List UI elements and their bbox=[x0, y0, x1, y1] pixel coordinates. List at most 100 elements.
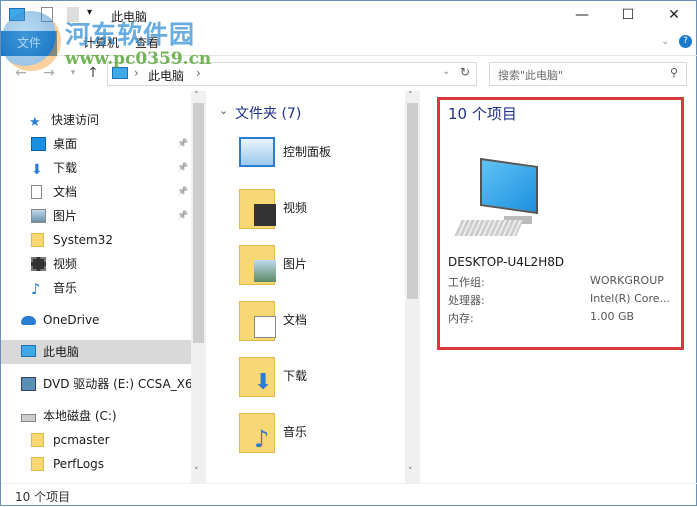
video-folder-icon bbox=[239, 189, 276, 229]
nav-item-label: 文档 bbox=[53, 185, 78, 199]
refresh-icon[interactable]: ↻ bbox=[460, 65, 470, 79]
nav-item[interactable]: pcmaster bbox=[1, 428, 191, 452]
search-input[interactable]: 搜索"此电脑" ⚲ bbox=[489, 62, 687, 86]
picture-folder-icon bbox=[239, 245, 276, 285]
ribbon-tabs: 文件 计算机 查看 ⌄ ? bbox=[1, 31, 697, 56]
nav-item[interactable]: 图片 📌 bbox=[1, 204, 191, 228]
nav-item-label: 视频 bbox=[53, 257, 78, 271]
title-bar: ▾ 此电脑 — ☐ ✕ bbox=[1, 1, 697, 31]
nav-item[interactable]: DVD 驱动器 (E:) CCSA_X64 bbox=[1, 372, 191, 396]
nav-item[interactable]: 视频 bbox=[1, 252, 191, 276]
nav-item-label: 此电脑 bbox=[43, 345, 80, 359]
desktop-icon bbox=[31, 137, 46, 151]
nav-item-label: PerfLogs bbox=[53, 457, 105, 471]
nav-item[interactable]: PerfLogs bbox=[1, 452, 191, 476]
document-icon bbox=[31, 185, 42, 199]
control-panel-icon bbox=[239, 137, 275, 167]
nav-item[interactable]: 此电脑 bbox=[1, 340, 191, 364]
nav-item[interactable]: ♪ 音乐 bbox=[1, 276, 191, 300]
nav-item[interactable]: 本地磁盘 (C:) bbox=[1, 404, 191, 428]
folder-item[interactable]: 图片 bbox=[235, 239, 405, 289]
folder-item[interactable]: ⬇ 下载 bbox=[235, 351, 405, 401]
tab-computer[interactable]: 计算机 bbox=[71, 31, 131, 56]
drive-icon bbox=[21, 414, 36, 422]
close-button[interactable]: ✕ bbox=[651, 1, 697, 31]
folders-pane: ⌄ 文件夹 (7) 控制面板视频图片文档 ⬇ 下载 ♪ 音乐 ˄ ˅ bbox=[213, 91, 420, 483]
folder-label: 文档 bbox=[283, 313, 308, 327]
back-button[interactable]: ← bbox=[11, 65, 31, 81]
folder-item[interactable]: 视频 bbox=[235, 183, 405, 233]
breadcrumb-this-pc[interactable]: 此电脑 bbox=[148, 67, 184, 84]
pin-icon[interactable]: 📌 bbox=[177, 156, 188, 180]
property-label: 工作组: bbox=[448, 276, 485, 289]
recent-dropdown-icon[interactable]: ▾ bbox=[63, 68, 83, 78]
chevron-right-icon[interactable]: › bbox=[134, 66, 139, 80]
nav-item-label: pcmaster bbox=[53, 433, 110, 447]
property-value: Intel(R) Core... bbox=[590, 292, 671, 305]
scroll-up-icon[interactable]: ˄ bbox=[408, 91, 413, 101]
folder-item[interactable]: 控制面板 bbox=[235, 127, 405, 177]
computer-icon bbox=[9, 8, 25, 21]
video-icon bbox=[31, 257, 46, 271]
minimize-button[interactable]: — bbox=[559, 1, 605, 31]
search-icon: ⚲ bbox=[669, 66, 678, 79]
nav-item-label: 本地磁盘 (C:) bbox=[43, 409, 117, 423]
property-label: 处理器: bbox=[448, 294, 485, 307]
pin-icon[interactable]: 📌 bbox=[177, 180, 188, 204]
folder-icon bbox=[31, 457, 44, 471]
computer-icon bbox=[454, 156, 554, 246]
computer-name: DESKTOP-U4L2H8D bbox=[448, 255, 565, 269]
nav-item[interactable]: ⬇ 下载 📌 bbox=[1, 156, 191, 180]
expand-ribbon-icon[interactable]: ⌄ bbox=[661, 36, 669, 47]
chevron-right-icon[interactable]: › bbox=[196, 66, 201, 80]
pin-icon[interactable]: 📌 bbox=[177, 204, 188, 228]
scrollbar-thumb[interactable] bbox=[193, 103, 204, 343]
highlight-box: 10 个项目 DESKTOP-U4L2H8D 工作组: WORKGROUP 处理器:… bbox=[437, 97, 684, 350]
folder-label: 音乐 bbox=[283, 425, 308, 439]
nav-item-label: 快速访问 bbox=[51, 113, 100, 127]
address-row: ← → ▾ ↑ › 此电脑 › ⌄ ↻ 搜索"此电脑" ⚲ bbox=[1, 59, 697, 89]
download-folder-icon: ⬇ bbox=[239, 357, 275, 397]
scrollbar-thumb[interactable] bbox=[407, 103, 418, 299]
address-bar[interactable]: › 此电脑 › ⌄ ↻ bbox=[107, 62, 477, 86]
quick-access-dropdown-icon[interactable]: ▾ bbox=[87, 7, 92, 18]
music-icon: ♪ bbox=[31, 280, 41, 298]
nav-item-label: 下载 bbox=[53, 161, 78, 175]
folder-icon bbox=[31, 433, 44, 447]
folders-scrollbar[interactable]: ˄ ˅ bbox=[405, 91, 420, 483]
help-icon[interactable]: ? bbox=[679, 35, 692, 48]
tab-view[interactable]: 查看 bbox=[123, 31, 171, 56]
nav-item[interactable]: OneDrive bbox=[1, 308, 191, 332]
search-placeholder: 搜索"此电脑" bbox=[498, 69, 564, 82]
properties-icon[interactable] bbox=[41, 7, 53, 22]
document-folder-icon bbox=[239, 301, 276, 341]
nav-item[interactable]: 桌面 📌 bbox=[1, 132, 191, 156]
forward-button[interactable]: → bbox=[39, 65, 59, 81]
nav-item[interactable]: 文档 📌 bbox=[1, 180, 191, 204]
property-value: 1.00 GB bbox=[590, 310, 635, 323]
dvd-icon bbox=[21, 377, 36, 391]
nav-scrollbar[interactable]: ˄ ˅ bbox=[191, 91, 206, 483]
nav-item[interactable]: ★ 快速访问 bbox=[1, 108, 191, 132]
nav-item-label: DVD 驱动器 (E:) CCSA_X64 bbox=[43, 377, 191, 391]
download-icon: ⬇ bbox=[31, 162, 43, 178]
status-bar: 10 个项目 bbox=[1, 483, 697, 507]
nav-item[interactable]: System32 bbox=[1, 228, 191, 252]
cloud-icon bbox=[21, 316, 36, 325]
new-folder-icon[interactable] bbox=[67, 7, 79, 22]
group-header[interactable]: 文件夹 (7) bbox=[235, 103, 301, 123]
collapse-group-icon[interactable]: ⌄ bbox=[219, 104, 228, 117]
pin-icon[interactable]: 📌 bbox=[177, 132, 188, 156]
tab-file[interactable]: 文件 bbox=[1, 31, 57, 56]
window-title: 此电脑 bbox=[111, 10, 148, 24]
up-button[interactable]: ↑ bbox=[83, 65, 103, 81]
maximize-button[interactable]: ☐ bbox=[605, 1, 651, 31]
address-dropdown-icon[interactable]: ⌄ bbox=[442, 66, 450, 77]
folder-item[interactable]: 文档 bbox=[235, 295, 405, 345]
folder-label: 下载 bbox=[283, 369, 308, 383]
scroll-down-icon[interactable]: ˅ bbox=[194, 467, 199, 477]
navigation-pane: ★ 快速访问 桌面 📌 ⬇ 下载 📌 文档 📌 图片 📌 System32 视频 ♪ 音乐 OneDrive 此… bbox=[1, 91, 207, 483]
scroll-down-icon[interactable]: ˅ bbox=[408, 467, 413, 477]
scroll-up-icon[interactable]: ˄ bbox=[194, 91, 199, 101]
folder-item[interactable]: ♪ 音乐 bbox=[235, 407, 405, 457]
